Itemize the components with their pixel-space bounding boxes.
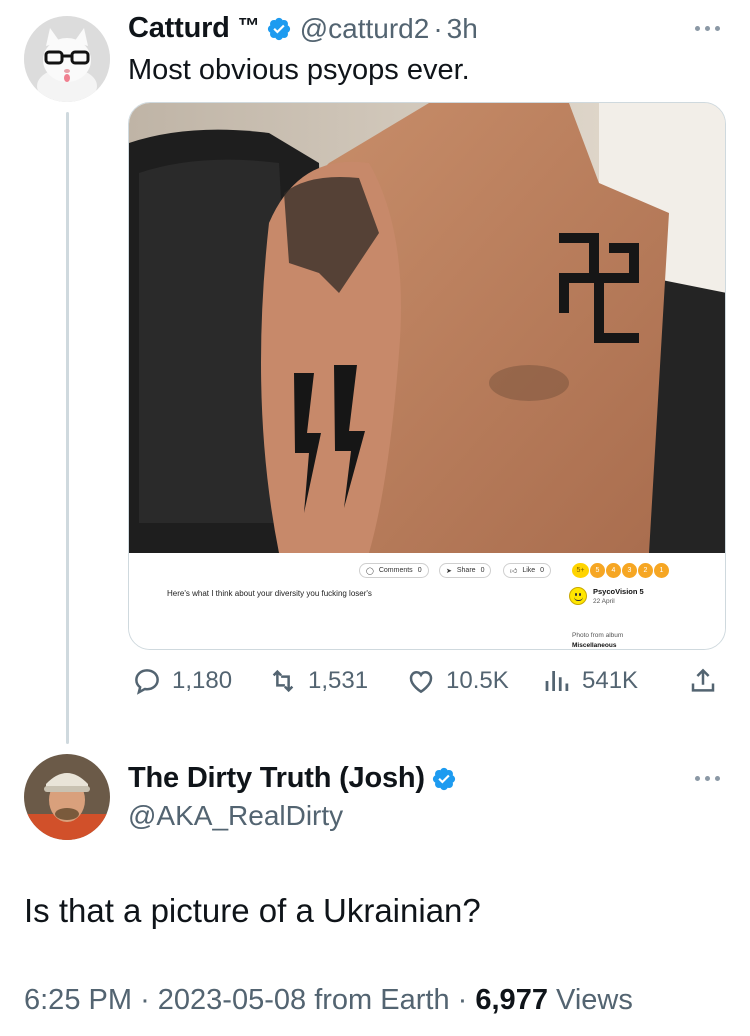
comments-count: 0 — [417, 567, 422, 574]
catturd-avatar[interactable] — [24, 16, 110, 102]
tweet2-meta: 6:25 PM · 2023-05-08 from Earth · 6,977 … — [24, 984, 633, 1017]
tattoo-photo — [129, 103, 725, 553]
tweet1-author-name[interactable]: Catturd — [128, 12, 230, 45]
tweet1-handle[interactable]: @catturd2 — [300, 13, 430, 45]
views-button[interactable]: 541K — [542, 666, 638, 696]
share-small-icon: ➤ — [446, 567, 452, 575]
retweet-button[interactable]: 1,531 — [268, 666, 368, 696]
like-small-button[interactable]: 👍︎ Like 0 — [503, 563, 552, 578]
tweet2-text: Is that a picture of a Ukrainian? — [24, 892, 481, 929]
photo-caption-panel: ◯ Comments 0 ➤ Share 0 👍︎ Like 0 5+ 5 4 … — [129, 553, 725, 649]
like-count: 0 — [540, 567, 545, 574]
views-count: 541K — [582, 667, 639, 694]
photo-uploader: PsycoVision 5 22 April — [569, 587, 644, 605]
tweet1-tm-mark: ™ — [237, 12, 260, 38]
tweet1-text: Most obvious psyops ever. — [128, 54, 470, 86]
reply-button[interactable]: 1,180 — [132, 666, 232, 696]
tweet2-more-icon[interactable] — [695, 776, 720, 781]
rating-3[interactable]: 3 — [622, 563, 637, 578]
reply-count: 1,180 — [172, 667, 233, 694]
heart-icon — [409, 670, 433, 694]
share-label: Share — [456, 567, 476, 574]
meta-separator-1: · — [140, 984, 150, 1016]
meta-separator-2: · — [457, 984, 468, 1016]
thumbs-up-icon: 👍︎ — [510, 568, 518, 575]
rating-bar[interactable]: 5+ 5 4 3 2 1 — [572, 563, 669, 578]
comments-label: Comments — [378, 567, 413, 574]
verified-badge-icon[interactable] — [431, 766, 457, 792]
rating-top-label: 5+ — [572, 563, 589, 578]
verified-badge-icon[interactable] — [266, 16, 292, 42]
tweet2-time[interactable]: 6:25 PM — [24, 984, 132, 1016]
retweet-icon — [272, 669, 294, 693]
rating-5[interactable]: 5 — [590, 563, 605, 578]
share-button[interactable]: ➤ Share 0 — [439, 563, 492, 578]
thread-connector-line — [66, 112, 69, 744]
tweet1-separator: · — [433, 12, 443, 44]
uploader-name: PsycoVision 5 — [593, 587, 644, 596]
cat-avatar-image — [24, 16, 110, 102]
retweet-count: 1,531 — [308, 667, 369, 694]
album-name: Miscellaneous — [572, 642, 617, 649]
tweet2-header: The Dirty Truth (Josh) — [128, 762, 457, 795]
tweet2-author-name[interactable]: The Dirty Truth (Josh) — [128, 762, 425, 795]
upload-date: 22 April — [593, 598, 615, 605]
photo-caption-text: Here's what I think about your diversity… — [167, 589, 372, 598]
like-label: Like — [522, 567, 536, 574]
share-upload-icon — [691, 668, 715, 692]
rating-4[interactable]: 4 — [606, 563, 621, 578]
album-label: Photo from album — [572, 632, 624, 639]
tweet2-source: from Earth — [314, 984, 450, 1016]
tweet1-timestamp[interactable]: 3h — [447, 13, 478, 45]
tweet2-views-count: 6,977 — [475, 984, 548, 1016]
views-chart-icon — [545, 671, 569, 691]
rating-2[interactable]: 2 — [638, 563, 653, 578]
comment-small-icon: ◯ — [366, 567, 374, 575]
comments-button[interactable]: ◯ Comments 0 — [359, 563, 429, 578]
reply-icon — [135, 669, 159, 695]
share-tweet-button[interactable] — [688, 666, 718, 696]
josh-avatar-image — [24, 754, 110, 840]
share-count: 0 — [480, 567, 485, 574]
tweet1-more-icon[interactable] — [695, 26, 720, 31]
like-count-main: 10.5K — [446, 667, 509, 694]
tweet1-header: Catturd ™ @catturd2 · 3h — [128, 12, 478, 45]
smiley-avatar-icon — [569, 587, 587, 605]
tweet2-handle[interactable]: @AKA_RealDirty — [128, 800, 343, 832]
tweet2-date[interactable]: 2023-05-08 — [158, 984, 306, 1016]
rating-1[interactable]: 1 — [654, 563, 669, 578]
tweet1-action-bar: 1,180 1,531 10.5K 541K — [128, 666, 726, 706]
album-info: Photo from album Miscellaneous — [572, 631, 624, 649]
like-button[interactable]: 10.5K — [406, 666, 509, 696]
tweet2-views-label: Views — [556, 984, 633, 1016]
dirty-truth-avatar[interactable] — [24, 754, 110, 840]
tweet1-media-card[interactable]: ◯ Comments 0 ➤ Share 0 👍︎ Like 0 5+ 5 4 … — [128, 102, 726, 650]
